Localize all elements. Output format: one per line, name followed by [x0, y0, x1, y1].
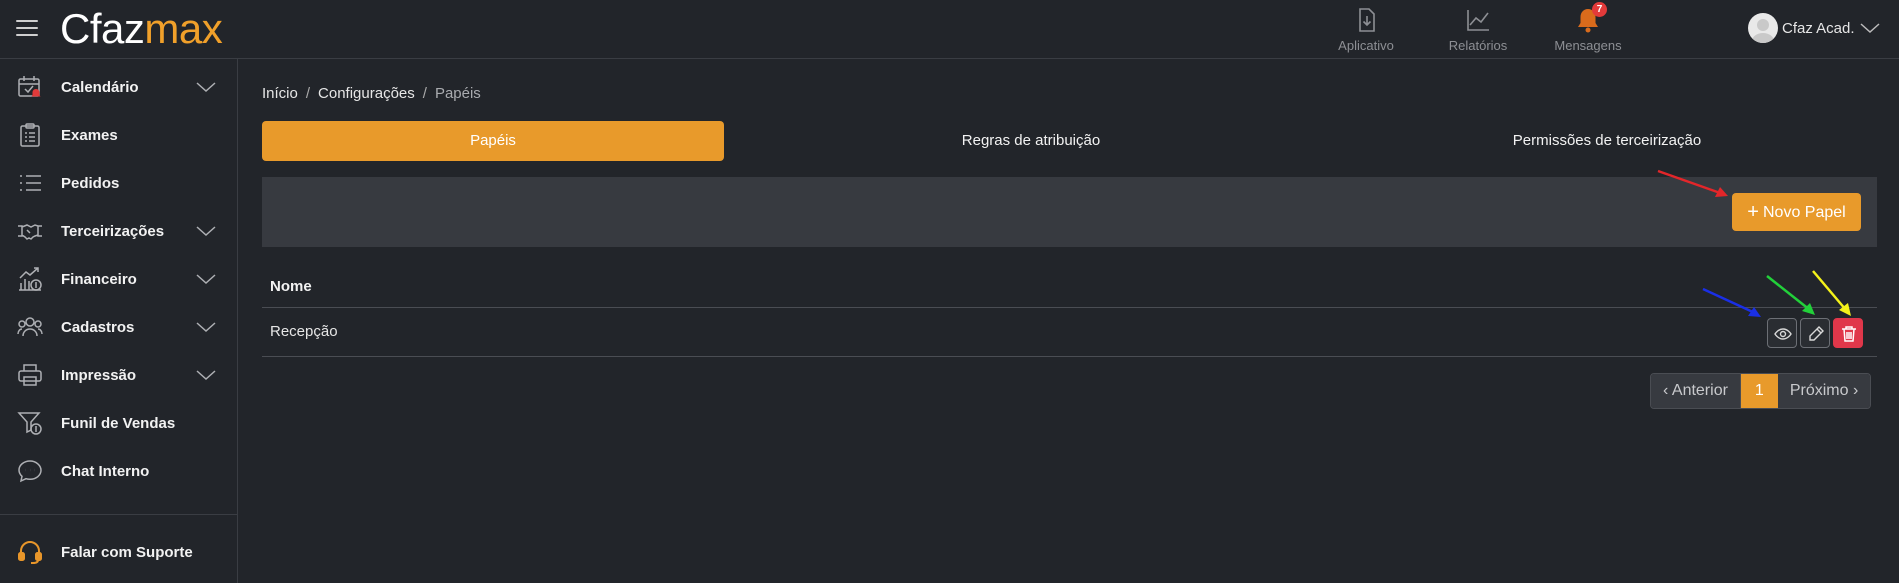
new-role-label: Novo Papel: [1762, 204, 1846, 221]
chevron-down-icon: [196, 82, 216, 93]
table-row: Recepção: [262, 308, 1877, 357]
chevron-down-icon: [196, 370, 216, 381]
chat-icon: [18, 460, 42, 483]
annotation-arrow-red: [1657, 169, 1728, 197]
logo-part-1: Cfaz: [60, 5, 145, 52]
top-header: Cfazmax Aplicativo Relatórios 7 Mensagen…: [0, 0, 1899, 59]
avatar: [1748, 13, 1778, 43]
column-header-nome[interactable]: Nome: [262, 265, 1877, 308]
sidebar-item-label: Impressão: [61, 366, 137, 384]
sidebar-item-financeiro[interactable]: Financeiro: [0, 257, 237, 301]
sidebar-item-label: Exames: [61, 126, 118, 144]
chevron-down-icon: [1860, 23, 1880, 34]
sidebar-item-label: Calendário: [61, 78, 139, 96]
tab-regras-de-atribuicao[interactable]: Regras de atribuição: [800, 121, 1262, 161]
clipboard-icon: [20, 123, 40, 147]
breadcrumb-separator: /: [422, 85, 427, 102]
sidebar-item-label: Funil de Vendas: [61, 414, 176, 432]
toolbar-panel: [262, 177, 1877, 247]
nav-relatorios-label: Relatórios: [1448, 38, 1508, 53]
finance-chart-icon: [19, 267, 42, 291]
breadcrumb-configuracoes[interactable]: Configurações: [318, 85, 415, 102]
plus-icon: +: [1747, 201, 1759, 223]
chevron-down-icon: [196, 322, 216, 333]
printer-icon: [18, 364, 42, 386]
handshake-icon: [18, 224, 42, 240]
users-icon: [17, 317, 43, 337]
trash-icon: [1842, 326, 1856, 342]
nav-mensagens[interactable]: 7 Mensagens: [1533, 2, 1643, 53]
chevron-down-icon: [196, 226, 216, 237]
headset-icon: [18, 541, 42, 564]
pagination-next[interactable]: Próximo ›: [1777, 374, 1871, 408]
pencil-icon: [1809, 326, 1824, 341]
new-role-button[interactable]: + Novo Papel: [1732, 193, 1861, 231]
nav-aplicativo[interactable]: Aplicativo: [1311, 6, 1421, 53]
support-label: Falar com Suporte: [61, 543, 193, 561]
nav-relatorios[interactable]: Relatórios: [1423, 6, 1533, 53]
hamburger-menu-icon[interactable]: [16, 20, 38, 38]
pagination-page-1[interactable]: 1: [1740, 374, 1778, 408]
support-link[interactable]: Falar com Suporte: [0, 530, 237, 574]
pagination: ‹ Anterior 1 Próximo ›: [1650, 373, 1872, 409]
user-name: Cfaz Acad.: [1782, 19, 1855, 37]
sidebar-item-terceirizacoes[interactable]: Terceirizações: [0, 209, 237, 253]
roles-table: Nome Recepção: [262, 265, 1877, 357]
sidebar-item-chat-interno[interactable]: Chat Interno: [0, 449, 237, 493]
edit-button[interactable]: [1800, 318, 1830, 348]
list-icon: [20, 175, 41, 191]
chart-line-icon: [1467, 10, 1489, 31]
tab-papeis[interactable]: Papéis: [262, 121, 724, 161]
tab-permissoes-de-terceirizacao[interactable]: Permissões de terceirização: [1376, 121, 1838, 161]
calendar-icon: [18, 76, 41, 97]
tab-bar: Papéis Regras de atribuição Permissões d…: [262, 121, 1877, 161]
funnel-icon: [17, 412, 42, 435]
sidebar-item-exames[interactable]: Exames: [0, 113, 237, 157]
sidebar-item-label: Terceirizações: [61, 222, 165, 240]
annotation-arrow-yellow: [1812, 270, 1851, 316]
nav-aplicativo-label: Aplicativo: [1338, 38, 1394, 53]
sidebar-item-pedidos[interactable]: Pedidos: [0, 161, 237, 205]
sidebar-item-impressao[interactable]: Impressão: [0, 353, 237, 397]
chevron-down-icon: [196, 274, 216, 285]
annotation-arrow-blue: [1702, 287, 1761, 317]
sidebar-item-label: Cadastros: [61, 318, 135, 336]
notification-badge: 7: [1592, 2, 1607, 17]
eye-icon: [1774, 328, 1792, 340]
sidebar-item-cadastros[interactable]: Cadastros: [0, 305, 237, 349]
sidebar-item-label: Chat Interno: [61, 462, 150, 480]
app-logo[interactable]: Cfazmax: [60, 4, 223, 54]
view-button[interactable]: [1767, 318, 1797, 348]
breadcrumb-current: Papéis: [434, 85, 481, 102]
user-menu[interactable]: Cfaz Acad.: [1748, 13, 1881, 43]
role-name-cell: Recepção: [270, 323, 338, 340]
sidebar-item-label: Financeiro: [61, 270, 137, 288]
pagination-prev[interactable]: ‹ Anterior: [1651, 374, 1741, 408]
sidebar: Calendário Exames Pedidos Terceirizações…: [0, 59, 238, 583]
sidebar-item-label: Pedidos: [61, 174, 120, 192]
sidebar-item-funil-de-vendas[interactable]: Funil de Vendas: [0, 401, 237, 445]
breadcrumb-inicio[interactable]: Início: [262, 85, 298, 102]
sidebar-item-calendario[interactable]: Calendário: [0, 65, 237, 109]
breadcrumb: Início / Configurações / Papéis: [262, 85, 481, 102]
breadcrumb-separator: /: [305, 85, 311, 102]
nav-mensagens-label: Mensagens: [1554, 38, 1622, 53]
logo-part-2: max: [144, 5, 223, 52]
sidebar-divider: [0, 514, 237, 515]
delete-button[interactable]: [1833, 318, 1863, 348]
download-document-icon: [1359, 8, 1375, 32]
